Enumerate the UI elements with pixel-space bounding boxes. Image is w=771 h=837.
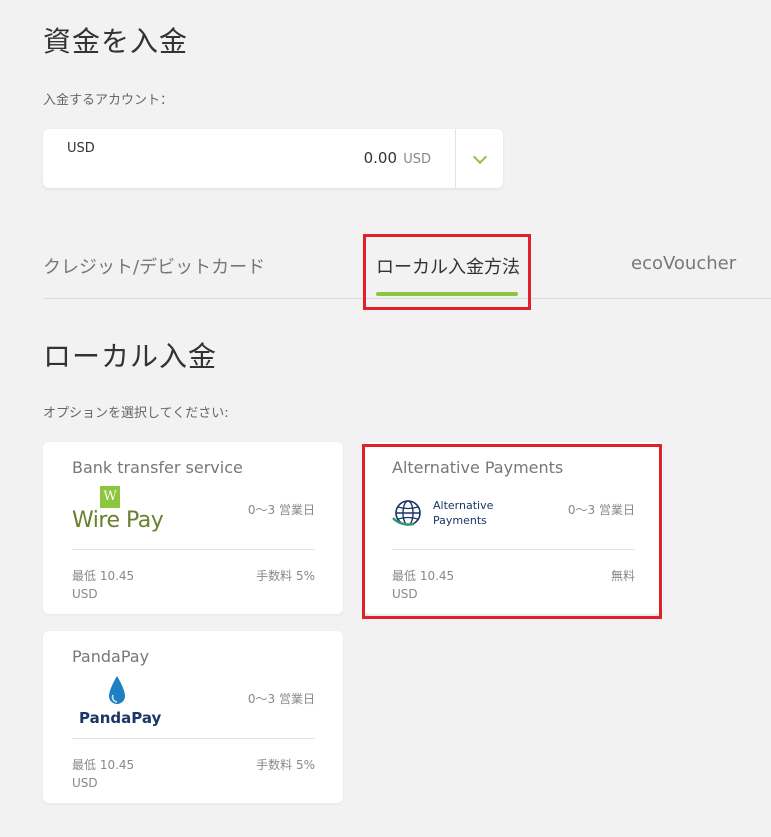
wirepay-logo-mark: W [100, 486, 120, 508]
processing-time: 0〜3 営業日 [247, 692, 315, 706]
minimum-currency: USD [72, 587, 98, 601]
pandapay-logo: PandaPay [72, 675, 162, 730]
highlight-box-tab [363, 234, 531, 310]
fee-info: 手数料 5% [256, 758, 315, 772]
account-balance: 0.00 [363, 149, 397, 167]
pandapay-logo-text: PandaPay [79, 709, 162, 727]
wirepay-logo: W Wire Pay [72, 486, 164, 538]
minimum-currency: USD [72, 776, 98, 790]
payment-option-wirepay[interactable]: Bank transfer service W Wire Pay 0〜3 営業日… [43, 442, 343, 614]
processing-time: 0〜3 営業日 [247, 503, 315, 517]
wirepay-logo-text: Wire Pay [72, 508, 164, 533]
fee-info: 手数料 5% [256, 569, 315, 583]
minimum-amount: 最低 10.45 [72, 758, 135, 772]
card-title: PandaPay [72, 647, 150, 666]
page-title: 資金を入金 [43, 25, 189, 58]
section-title: ローカル入金 [43, 340, 218, 373]
payment-option-pandapay[interactable]: PandaPay PandaPay 0〜3 営業日 最低 10.45 USD 手… [43, 631, 343, 803]
water-drop-icon [109, 676, 125, 704]
account-currency: USD [67, 141, 95, 156]
card-divider [72, 549, 315, 550]
card-title: Bank transfer service [72, 458, 243, 477]
minimum-deposit: 最低 10.45 USD [72, 567, 134, 603]
minimum-deposit: 最低 10.45 USD [72, 756, 134, 792]
tab-ecovoucher[interactable]: ecoVoucher [631, 253, 736, 274]
account-label: 入金するアカウント： [43, 93, 174, 108]
card-divider [72, 738, 315, 739]
account-select[interactable]: USD 0.00 USD [43, 129, 503, 188]
chevron-down-icon [472, 149, 487, 164]
tab-credit-debit-card[interactable]: クレジット/デビットカード [43, 253, 265, 279]
account-balance-currency: USD [403, 152, 431, 167]
minimum-amount: 最低 10.45 [72, 569, 135, 583]
highlight-box-card [362, 444, 662, 619]
account-dropdown-button[interactable] [456, 129, 503, 188]
option-instruction: オプションを選択してください: [43, 406, 229, 421]
